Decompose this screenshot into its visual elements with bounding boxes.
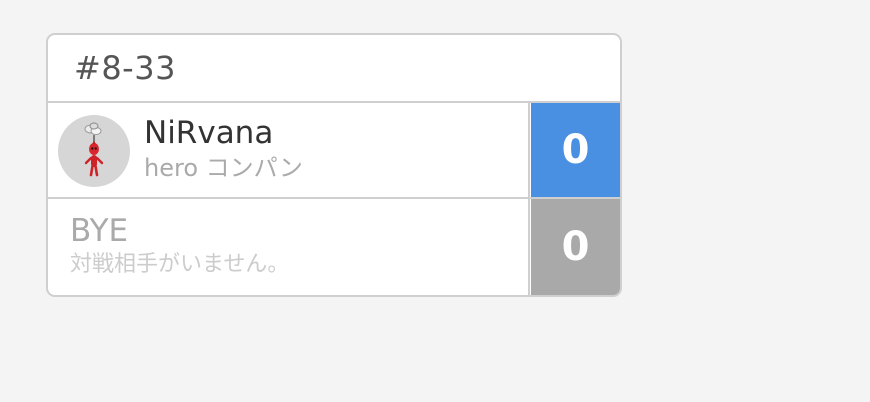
player-name: NiRvana [144,115,274,151]
score-value: 0 [561,224,590,270]
match-card[interactable]: #8-33 NiRvana hero コンパン 0 BYE 対戦相手がいません。… [46,33,622,297]
score-value: 0 [561,127,590,173]
match-id: #8-33 [74,49,176,87]
player-subtitle: hero コンパン [144,154,303,182]
match-header: #8-33 [48,35,620,103]
player-row[interactable]: BYE 対戦相手がいません。 0 [48,199,620,295]
player-info[interactable]: NiRvana hero コンパン [48,103,530,197]
player-row[interactable]: NiRvana hero コンパン 0 [48,103,620,199]
pikmin-red-icon [84,122,104,177]
player-score[interactable]: 0 [531,199,620,295]
avatar [58,115,130,187]
player-subtitle: 対戦相手がいません。 [70,252,290,277]
player-score[interactable]: 0 [531,103,620,197]
player-name: BYE [70,213,129,249]
player-info[interactable]: BYE 対戦相手がいません。 [48,199,530,295]
